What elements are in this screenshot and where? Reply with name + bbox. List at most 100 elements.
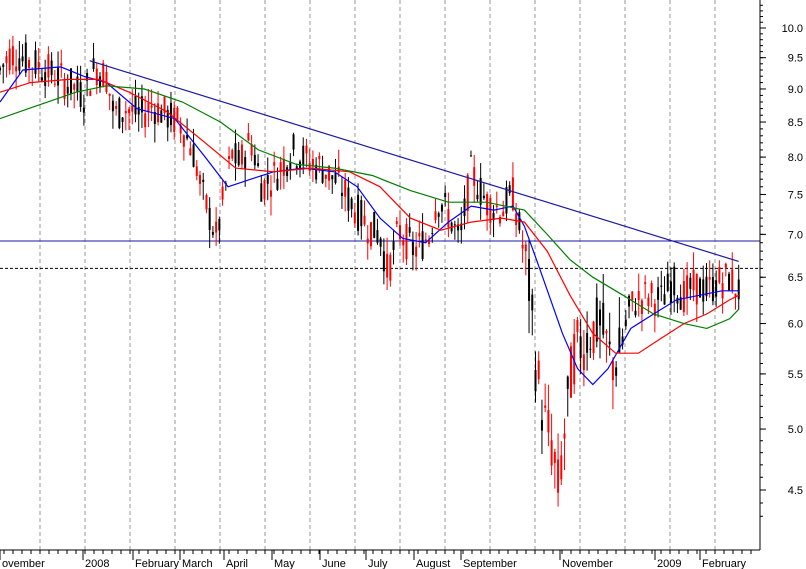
candle-body (260, 183, 263, 202)
candle-body (102, 62, 105, 88)
candle-body (244, 157, 247, 169)
candle-body (57, 67, 60, 86)
x-tick-label: November (562, 558, 613, 569)
candle-body (395, 221, 398, 224)
candle-body (2, 64, 5, 67)
candle-body (540, 420, 543, 431)
candle-body (692, 269, 695, 291)
candle-body (150, 105, 153, 108)
candle-body (453, 224, 456, 226)
candle-body (373, 212, 376, 238)
candle-body (386, 253, 389, 278)
candle-body (289, 162, 292, 170)
candle-body (676, 297, 679, 304)
candle-body (608, 341, 611, 345)
candle-body (234, 143, 237, 164)
y-tick-label: 5.5 (788, 369, 803, 381)
candle-body (69, 68, 72, 94)
x-tick-label: April (226, 558, 248, 569)
candle-body (53, 83, 56, 85)
candle-body (589, 348, 592, 350)
candle-body (369, 222, 372, 247)
candle-body (331, 175, 334, 180)
candle-body (176, 107, 179, 120)
candle-body (89, 90, 92, 96)
candle-body (350, 198, 353, 210)
candle-body (24, 42, 27, 73)
candle-body (547, 410, 550, 433)
candle-body (550, 440, 553, 466)
y-tick-label: 10.0 (782, 23, 803, 35)
candle-body (586, 332, 589, 353)
candle-body (182, 135, 185, 147)
x-tick-label: August (416, 558, 450, 569)
candle-body (728, 273, 731, 291)
candle-body (415, 246, 418, 257)
candle-body (21, 56, 24, 62)
candle-body (628, 295, 631, 307)
candle-body (211, 231, 214, 235)
candle-body (689, 277, 692, 289)
candle-body (134, 95, 137, 115)
candle-body (579, 336, 582, 358)
candle-body (173, 107, 176, 132)
y-tick-label: 7.5 (788, 189, 803, 201)
candle-body (379, 238, 382, 247)
candle-body (605, 330, 608, 334)
y-tick-label: 4.5 (788, 485, 803, 497)
candle-body (576, 319, 579, 333)
candle-body (121, 117, 124, 122)
candle-body (199, 175, 202, 184)
candle-body (228, 156, 231, 160)
candle-body (595, 297, 598, 342)
y-tick-label: 5.0 (788, 424, 803, 436)
y-tick-label: 6.5 (788, 272, 803, 284)
candle-body (631, 291, 634, 300)
candle-body (308, 162, 311, 171)
y-tick-label: 7.0 (788, 229, 803, 241)
candle-body (592, 321, 595, 354)
candle-body (644, 282, 647, 284)
candle-body (79, 82, 82, 107)
candle-body (266, 174, 269, 184)
candle-body (44, 72, 47, 86)
candle-body (131, 105, 134, 112)
candle-body (231, 150, 234, 159)
candle-body (337, 166, 340, 173)
candle-body (505, 187, 508, 214)
candle-body (221, 186, 224, 200)
candle-body (544, 405, 547, 408)
candle-body (311, 158, 314, 166)
candle-body (557, 459, 560, 493)
candle-body (292, 134, 295, 150)
candle-body (340, 192, 343, 196)
candle-body (666, 273, 669, 291)
candle-body (495, 205, 498, 208)
candle-body (624, 319, 627, 327)
candle-body (466, 174, 469, 211)
candle-body (560, 455, 563, 480)
y-tick-label: 8.0 (788, 152, 803, 164)
candle-body (111, 100, 114, 112)
candle-body (208, 207, 211, 230)
candle-body (240, 144, 243, 165)
x-tick-label: 2009 (657, 558, 681, 569)
candle-body (247, 132, 250, 141)
candle-body (418, 233, 421, 237)
candle-body (615, 367, 618, 376)
candle-body (440, 204, 443, 212)
candle-body (469, 155, 472, 157)
candle-body (205, 194, 208, 210)
candle-body (534, 369, 537, 392)
stock-chart: 10.0 9.5 9.0 8.5 8.0 7.5 7.0 6.5 6.0 5.5 5.0 4.5 ov… (0, 0, 803, 569)
candle-body (702, 279, 705, 302)
x-tick-label: May (274, 558, 295, 569)
candle-body (128, 109, 131, 114)
candle-body (715, 280, 718, 297)
candle-body (663, 294, 666, 305)
candle-body (437, 213, 440, 217)
candle-body (463, 198, 466, 217)
candle-body (405, 223, 408, 260)
candle-body (611, 360, 614, 381)
candle-body (144, 113, 147, 128)
